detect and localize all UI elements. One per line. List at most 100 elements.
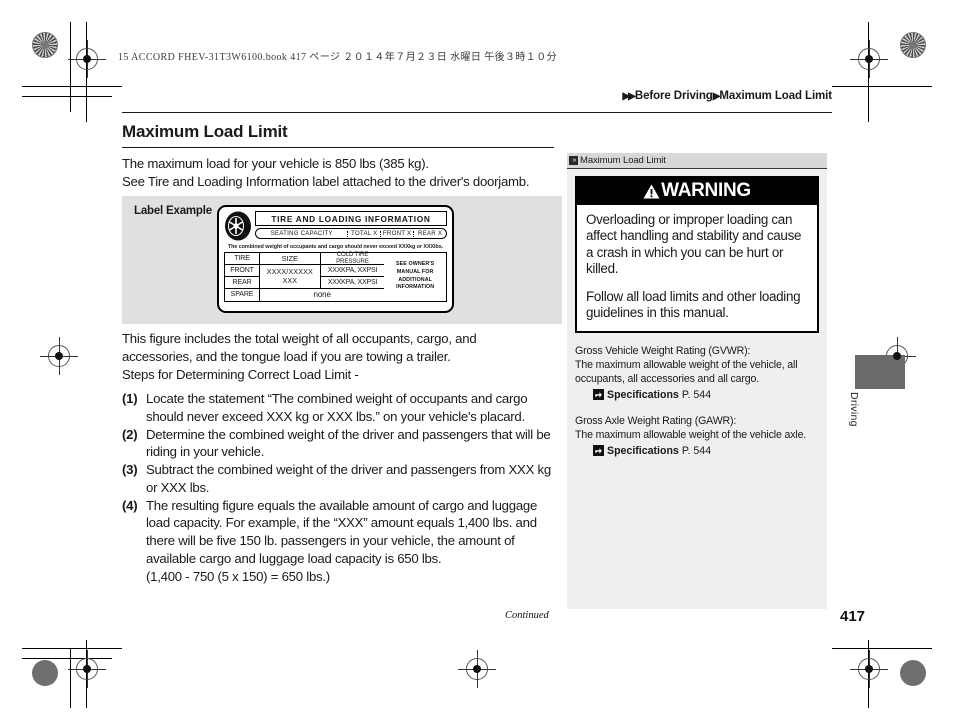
tire-icon <box>224 211 252 241</box>
figure-caption: Label Example <box>134 205 212 217</box>
note-description: The maximum allowable weight of the vehi… <box>575 428 807 441</box>
color-rosette-top-right <box>900 32 926 58</box>
label-example-figure: Label Example TIRE AND LOADING INFORMATI… <box>122 196 562 324</box>
breadcrumb: ▶▶Before Driving▶Maximum Load Limit <box>622 90 832 102</box>
table-row: FRONT REAR XXXX/XXXXX XXX XXXKPA, XXPSI … <box>225 264 385 289</box>
crop-mark-top-left-h <box>22 86 122 87</box>
body-line-1: This figure includes the total weight of… <box>122 331 477 346</box>
crop-mark-bottom-right-h <box>832 648 932 649</box>
row-size-value: XXXX/XXXXX XXX <box>260 264 321 289</box>
breadcrumb-double-arrow-icon: ▶▶ <box>622 91 635 102</box>
warning-heading-text: WARNING <box>661 180 751 201</box>
sidebar: » Maximum Load Limit WARNING Overloading… <box>567 153 827 609</box>
intro-line-2: See Tire and Loading Information label a… <box>122 173 530 189</box>
note-gvwr: Gross Vehicle Weight Rating (GVWR): The … <box>575 345 819 401</box>
breadcrumb-parent[interactable]: Before Driving <box>635 90 713 102</box>
registration-target-top-left <box>68 40 106 78</box>
note-gawr: Gross Axle Weight Rating (GAWR): The max… <box>575 415 819 457</box>
table-row-spare: SPARE none <box>225 288 384 301</box>
step-formula: (1,400 - 750 (5 x 150) = 650 lbs.) <box>146 568 330 584</box>
page-number: 417 <box>840 608 866 625</box>
row-pressure-rear: XXXKPA, XXPSI <box>320 277 385 289</box>
crop-mark-top-left-h2 <box>22 96 112 97</box>
body-line-2: accessories, and the tongue load if you … <box>122 348 451 364</box>
row-label-front: FRONT <box>225 264 261 277</box>
tire-spec-table: TIRE SIZE COLD TIRE PRESSURE FRONT REAR … <box>224 251 447 302</box>
owner-manual-note: SEE OWNER'S MANUAL FOR ADDITIONAL INFORM… <box>396 260 435 291</box>
crop-mark-bottom-left-v2 <box>70 648 71 708</box>
header-tire: TIRE <box>225 252 261 265</box>
step-number: (2) <box>122 426 138 442</box>
sidebar-header-label: Maximum Load Limit <box>580 155 666 166</box>
crop-mark-bottom-left-h <box>22 648 122 649</box>
crop-mark-top-right-h <box>832 86 932 87</box>
tire-and-loading-information-label: TIRE AND LOADING INFORMATION SEATING CAP… <box>217 205 454 313</box>
thumb-tab-label: Driving <box>848 392 860 427</box>
reference-page: P. 544 <box>681 444 712 457</box>
seating-capacity-label: SEATING CAPACITY <box>270 229 333 237</box>
warning-paragraph-2: Follow all load limits and other loading… <box>586 288 801 321</box>
continued-label: Continued <box>505 610 549 621</box>
main-content: Maximum Load Limit The maximum load for … <box>122 122 554 191</box>
density-dot-bottom-right <box>900 660 926 686</box>
combined-weight-note: The combined weight of occupants and car… <box>227 243 444 250</box>
intro-paragraph: The maximum load for your vehicle is 850… <box>122 155 554 191</box>
seating-total: TOTAL X <box>347 230 380 237</box>
step-text: The resulting figure equals the availabl… <box>146 497 538 566</box>
registration-target-top-right <box>850 40 888 78</box>
seating-capacity-row: SEATING CAPACITY TOTAL X FRONT X REAR X <box>255 228 447 240</box>
step-text: Locate the statement “The combined weigh… <box>146 391 528 424</box>
book-header-line: 15 ACCORD FHEV-31T3W6100.book 417 ページ ２０… <box>118 52 557 63</box>
registration-target-bottom-center <box>458 650 496 688</box>
sidebar-header: » Maximum Load Limit <box>567 153 827 169</box>
list-item: (2) Determine the combined weight of the… <box>122 426 554 462</box>
seating-front: FRONT X <box>380 230 413 237</box>
registration-target-bottom-right <box>850 650 888 688</box>
warning-box: WARNING Overloading or improper loading … <box>575 176 819 333</box>
body-line-3: Steps for Determining Correct Load Limit… <box>122 366 359 382</box>
seating-rear: REAR X <box>413 230 446 237</box>
warning-heading-bar: WARNING <box>577 178 817 205</box>
header-divider <box>122 112 832 113</box>
steps-list: (1) Locate the statement “The combined w… <box>122 390 554 585</box>
note-title: Gross Axle Weight Rating (GAWR): <box>575 414 737 427</box>
reference-page: P. 544 <box>681 388 712 401</box>
color-rosette-top-left <box>32 32 58 58</box>
cross-reference[interactable]: Specifications P. 544 <box>575 389 819 401</box>
header-size: SIZE <box>260 252 321 265</box>
row-label-spare: SPARE <box>225 288 261 301</box>
row-pressure-front: XXXKPA, XXPSI <box>320 265 385 277</box>
density-dot-bottom-left <box>32 660 58 686</box>
jump-arrow-icon <box>593 445 604 457</box>
list-item: (1) Locate the statement “The combined w… <box>122 390 554 426</box>
step-text: Subtract the combined weight of the driv… <box>146 462 551 495</box>
sidebar-body: WARNING Overloading or improper loading … <box>567 169 827 609</box>
reference-label: Specifications <box>607 388 679 401</box>
crop-mark-bottom-left-h2 <box>22 658 112 659</box>
warning-body: Overloading or improper loading can affe… <box>577 205 817 331</box>
intro-line-1: The maximum load for your vehicle is 850… <box>122 156 429 171</box>
title-divider <box>122 147 554 148</box>
warning-paragraph-1: Overloading or improper loading can affe… <box>586 212 802 277</box>
thumb-tab-block <box>855 355 905 389</box>
jump-arrow-icon <box>593 389 604 401</box>
note-title: Gross Vehicle Weight Rating (GVWR): <box>575 344 751 357</box>
step-number: (3) <box>122 462 138 477</box>
step-number: (4) <box>122 497 138 513</box>
registration-target-left <box>40 337 78 375</box>
header-pressure: COLD TIRE PRESSURE <box>320 251 385 265</box>
list-item: (4) The resulting figure equals the avai… <box>122 497 554 568</box>
registration-target-bottom-left <box>68 650 106 688</box>
breadcrumb-separator-arrow-icon: ▶ <box>712 91 721 102</box>
step-text: Determine the combined weight of the dri… <box>146 426 551 460</box>
note-description: The maximum allowable weight of the vehi… <box>575 358 798 385</box>
row-spare-value: none <box>313 290 331 299</box>
table-header-row: TIRE SIZE COLD TIRE PRESSURE <box>225 251 385 265</box>
breadcrumb-current: Maximum Load Limit <box>719 90 832 102</box>
warning-triangle-icon <box>643 184 660 199</box>
row-label-rear: REAR <box>225 276 261 289</box>
reference-label: Specifications <box>607 444 679 457</box>
body-paragraph: This figure includes the total weight of… <box>122 330 554 383</box>
cross-reference[interactable]: Specifications P. 544 <box>575 445 819 457</box>
page-title: Maximum Load Limit <box>122 122 288 141</box>
